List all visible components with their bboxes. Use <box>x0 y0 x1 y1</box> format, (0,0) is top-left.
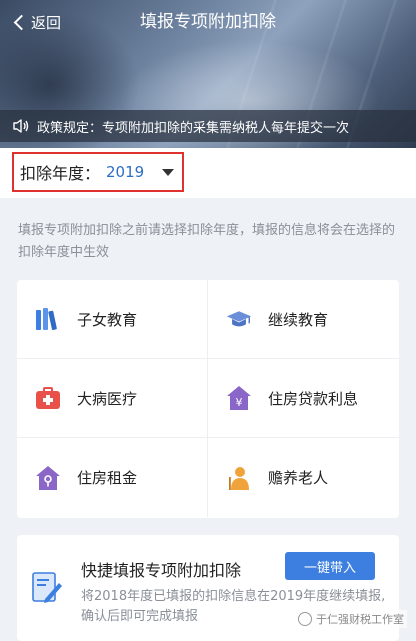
category-housing-rent[interactable]: 住房租金 <box>17 438 208 517</box>
category-mortgage-interest[interactable]: ¥ 住房贷款利息 <box>208 359 399 438</box>
caret-down-icon <box>162 168 175 176</box>
house-key-icon <box>35 465 61 491</box>
year-bar: 扣除年度： 2019 <box>0 148 416 198</box>
header-banner: 返回 填报专项附加扣除 政策规定：专项附加扣除的采集需纳税人每年提交一次 <box>0 0 416 148</box>
form-edit-icon <box>31 571 63 609</box>
house-yen-icon: ¥ <box>226 385 252 411</box>
books-icon <box>35 306 61 332</box>
category-child-education[interactable]: 子女教育 <box>17 280 208 359</box>
hint-text: 填报专项附加扣除之前请选择扣除年度，填报的信息将会在选择的扣除年度中生效 <box>18 223 396 260</box>
category-label: 住房租金 <box>77 469 138 487</box>
page-title: 填报专项附加扣除 <box>140 12 276 32</box>
watermark: 于仁强财税工作室 <box>295 610 407 628</box>
graduation-cap-icon <box>226 306 252 332</box>
quick-fill-title: 快捷填报专项附加扣除 <box>81 561 242 580</box>
watermark-logo-icon <box>298 612 312 626</box>
category-continuing-education[interactable]: 继续教育 <box>208 280 399 359</box>
category-serious-illness[interactable]: 大病医疗 <box>17 359 208 438</box>
notice-text: 政策规定：专项附加扣除的采集需纳税人每年提交一次 <box>37 120 350 136</box>
category-label: 赡养老人 <box>268 469 329 487</box>
year-value: 2019 <box>106 163 145 181</box>
category-label: 继续教育 <box>268 310 329 329</box>
year-selector[interactable]: 扣除年度： 2019 <box>12 152 184 192</box>
speaker-icon <box>13 119 29 133</box>
category-label: 住房贷款利息 <box>268 389 359 408</box>
one-click-import-button[interactable]: 一键带入 <box>285 552 375 580</box>
watermark-text: 于仁强财税工作室 <box>316 613 404 626</box>
svg-text:¥: ¥ <box>236 396 243 409</box>
category-label: 大病医疗 <box>77 389 138 408</box>
policy-notice: 政策规定：专项附加扣除的采集需纳税人每年提交一次 <box>0 110 416 142</box>
deduction-category-grid: 子女教育 继续教育 大病医疗 ¥ 住房贷款利息 住房租金 赡养老人 <box>17 280 399 518</box>
elder-icon <box>226 465 252 491</box>
category-label: 子女教育 <box>77 310 138 329</box>
year-label: 扣除年度： <box>20 164 101 183</box>
medical-kit-icon <box>35 385 61 411</box>
category-elderly-support[interactable]: 赡养老人 <box>208 438 399 517</box>
